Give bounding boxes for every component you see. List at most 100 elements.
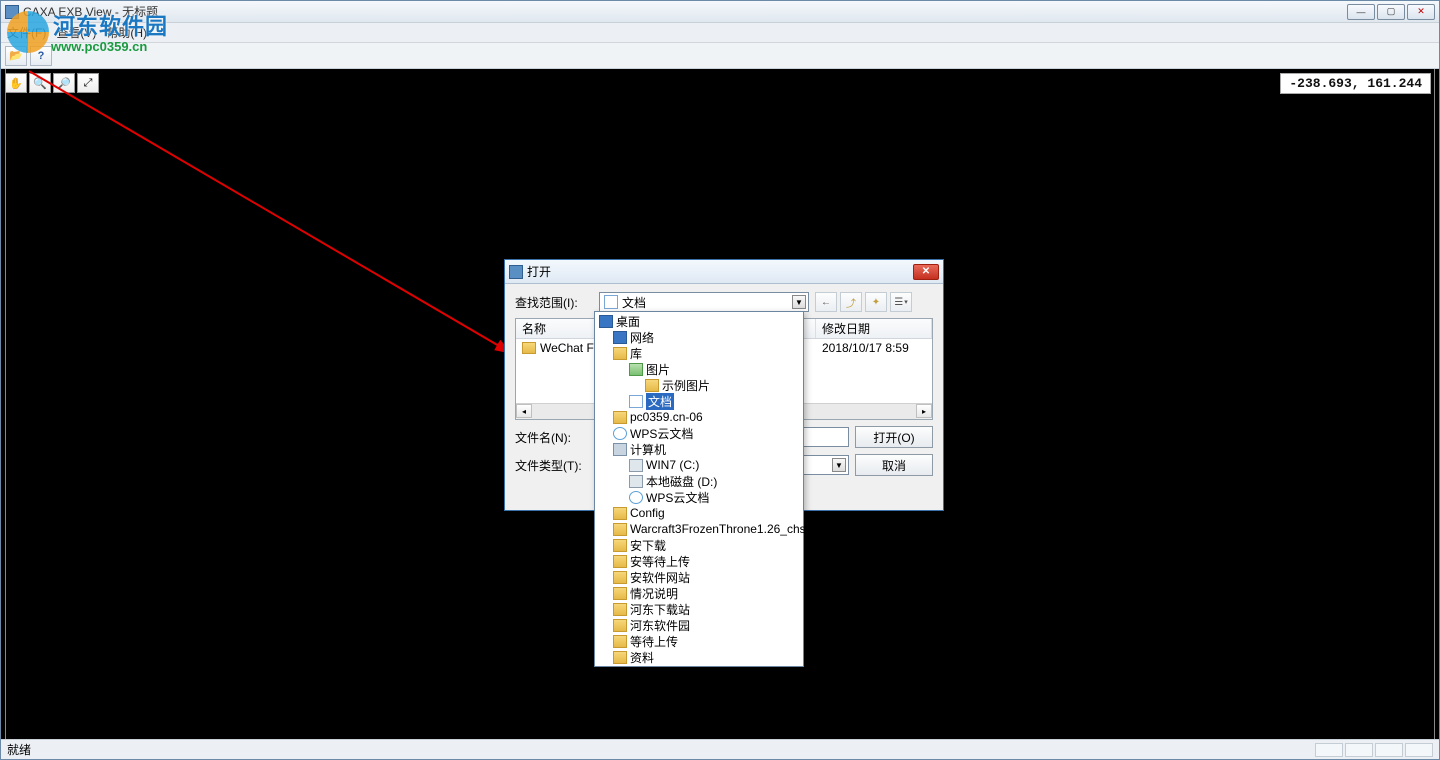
status-panes <box>1315 743 1433 757</box>
new-folder-button[interactable]: ✦ <box>865 292 887 312</box>
tree-item[interactable]: Warcraft3FrozenThrone1.26_chs <box>595 521 803 537</box>
tree-item-label: WPS云文档 <box>646 489 709 506</box>
tree-item[interactable]: 安下载 <box>595 537 803 553</box>
tree-item[interactable]: 网络 <box>595 329 803 345</box>
folder-icon <box>613 411 627 424</box>
tree-item[interactable]: 安等待上传 <box>595 553 803 569</box>
menu-file[interactable]: 文件(F) <box>7 24 46 41</box>
chevron-down-icon[interactable]: ▼ <box>792 295 806 309</box>
column-date[interactable]: 修改日期 <box>816 319 932 338</box>
scroll-left-button[interactable]: ◂ <box>516 404 532 418</box>
zoom-extents-button[interactable]: ⤢ <box>77 73 99 93</box>
tree-item-label: 安下载 <box>630 537 666 554</box>
cloud-icon <box>613 427 627 440</box>
dialog-titlebar: 打开 ✕ <box>505 260 943 284</box>
tree-item-label: 安软件网站 <box>630 569 690 586</box>
tree-item[interactable]: Config <box>595 505 803 521</box>
app-icon <box>5 5 19 19</box>
tree-item-label: pc0359.cn-06 <box>630 410 703 424</box>
document-icon <box>604 295 618 309</box>
chevron-down-icon: ▾ <box>904 298 908 306</box>
tree-item-label: WPS云文档 <box>630 425 693 442</box>
tree-item[interactable]: 计算机 <box>595 441 803 457</box>
main-window: CAXA EXB View - 无标题 — ▢ ✕ 文件(F) 查看(V) 帮助… <box>0 0 1440 760</box>
folder-icon <box>613 635 627 648</box>
zoom-window-button[interactable]: 🔍 <box>29 73 51 93</box>
tree-item[interactable]: 情况说明 <box>595 585 803 601</box>
folder-icon <box>522 342 536 354</box>
minimize-button[interactable]: — <box>1347 4 1375 20</box>
tree-item-label: 库 <box>630 345 642 362</box>
folder-icon <box>613 507 627 520</box>
maximize-button[interactable]: ▢ <box>1377 4 1405 20</box>
tree-item[interactable]: 桌面 <box>595 313 803 329</box>
menu-view[interactable]: 查看(V) <box>56 24 96 41</box>
folder-icon <box>613 571 627 584</box>
help-button[interactable]: ? <box>30 46 52 66</box>
tree-item-label: 等待上传 <box>630 633 678 650</box>
tree-item-label: 网络 <box>630 329 654 346</box>
folder-icon <box>613 587 627 600</box>
tree-item[interactable]: WPS云文档 <box>595 425 803 441</box>
folder-icon <box>645 379 659 392</box>
tree-item[interactable]: 资料 <box>595 649 803 665</box>
status-pane-2 <box>1345 743 1373 757</box>
menubar: 文件(F) 查看(V) 帮助(H) <box>1 23 1439 43</box>
tree-item-label: 资料 <box>630 649 654 666</box>
filetype-label: 文件类型(T): <box>515 457 593 474</box>
pan-button[interactable]: ✋ <box>5 73 27 93</box>
tree-item[interactable]: WIN7 (C:) <box>595 457 803 473</box>
close-button[interactable]: ✕ <box>1407 4 1435 20</box>
drive-icon <box>629 475 643 488</box>
views-button[interactable]: ☰▾ <box>890 292 912 312</box>
back-button[interactable]: ← <box>815 292 837 312</box>
tree-item[interactable]: 等待上传 <box>595 633 803 649</box>
tree-item[interactable]: 本地磁盘 (D:) <box>595 473 803 489</box>
desktop-icon <box>599 315 613 328</box>
tree-item[interactable]: pc0359.cn-06 <box>595 409 803 425</box>
tree-item[interactable]: 文档 <box>595 393 803 409</box>
zoom-out-button[interactable]: 🔎 <box>53 73 75 93</box>
tree-item-label: 情况说明 <box>630 585 678 602</box>
doc-icon <box>629 395 643 408</box>
tree-item[interactable]: 图片 <box>595 361 803 377</box>
menu-help[interactable]: 帮助(H) <box>106 24 147 41</box>
tree-item-label: 文档 <box>646 393 674 410</box>
open-button[interactable]: 打开(O) <box>855 426 933 448</box>
tree-item-label: 计算机 <box>630 441 666 458</box>
tree-item-label: Config <box>630 506 665 520</box>
pics-icon <box>629 363 643 376</box>
lookin-label: 查找范围(I): <box>515 294 593 311</box>
window-controls: — ▢ ✕ <box>1345 4 1435 20</box>
up-one-level-button[interactable]: ⤴ <box>840 292 862 312</box>
lookin-dropdown-tree[interactable]: 桌面网络库图片示例图片文档pc0359.cn-06WPS云文档计算机WIN7 (… <box>594 311 804 667</box>
tree-item-label: 示例图片 <box>662 377 710 394</box>
tree-item[interactable]: WPS云文档 <box>595 489 803 505</box>
status-pane-3 <box>1375 743 1403 757</box>
tree-item-label: 图片 <box>646 361 670 378</box>
status-text: 就绪 <box>7 741 1315 758</box>
tree-item[interactable]: 示例图片 <box>595 377 803 393</box>
file-date: 2018/10/17 8:59 <box>816 341 932 355</box>
folder-icon <box>613 555 627 568</box>
views-icon: ☰ <box>894 297 903 308</box>
tree-item[interactable]: 库 <box>595 345 803 361</box>
library-icon <box>613 347 627 360</box>
tree-item[interactable]: 安软件网站 <box>595 569 803 585</box>
tree-item-label: 河东下载站 <box>630 601 690 618</box>
cancel-button[interactable]: 取消 <box>855 454 933 476</box>
chevron-down-icon[interactable]: ▼ <box>832 458 846 472</box>
scroll-right-button[interactable]: ▸ <box>916 404 932 418</box>
dialog-icon <box>509 265 523 279</box>
tree-item-label: 河东软件园 <box>630 617 690 634</box>
tree-item[interactable]: 河东软件园 <box>595 617 803 633</box>
coordinate-readout: -238.693, 161.244 <box>1280 73 1431 94</box>
tree-item-label: WIN7 (C:) <box>646 458 699 472</box>
titlebar: CAXA EXB View - 无标题 — ▢ ✕ <box>1 1 1439 23</box>
open-file-button[interactable]: 📂 <box>5 46 27 66</box>
lookin-combo[interactable]: 文档 ▼ <box>599 292 809 312</box>
tree-item-label: 桌面 <box>616 313 640 330</box>
dialog-close-button[interactable]: ✕ <box>913 264 939 280</box>
statusbar: 就绪 <box>1 739 1439 759</box>
tree-item[interactable]: 河东下载站 <box>595 601 803 617</box>
